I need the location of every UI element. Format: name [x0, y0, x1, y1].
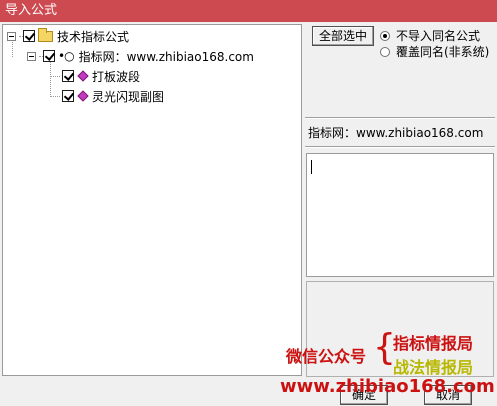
root-checkbox[interactable]	[23, 30, 35, 42]
text-caret	[311, 160, 312, 174]
formula-icon	[77, 70, 89, 82]
watermark-line2: 战法情报局	[393, 358, 474, 377]
option-no-import[interactable]: 不导入同名公式	[380, 27, 480, 44]
item-checkbox[interactable]	[62, 70, 74, 82]
option-label: 覆盖同名(非系统)	[396, 45, 490, 59]
divider	[305, 117, 495, 119]
tree-node-group[interactable]: •○ 指标网：www.zhibiao168.com	[27, 47, 256, 65]
watermark-line1: 指标情报局	[393, 334, 474, 353]
formula-tree[interactable]: 技术指标公式 •○ 指标网：www.zhibiao168.com 打板波段 灵光…	[2, 24, 302, 376]
item-checkbox[interactable]	[62, 90, 74, 102]
description-box[interactable]	[306, 153, 494, 277]
tree-item[interactable]: 打板波段	[50, 68, 140, 84]
tree-item[interactable]: 灵光闪现副图	[50, 88, 164, 104]
folder-icon	[38, 27, 53, 42]
watermark-url: www.zhibiao168.com	[280, 376, 495, 397]
radio-selected[interactable]	[380, 30, 390, 41]
option-label: 不导入同名公式	[396, 29, 481, 43]
tree-node-label: 指标网：www.zhibiao168.com	[76, 47, 256, 65]
option-overwrite[interactable]: 覆盖同名(非系统)	[380, 43, 489, 60]
collapse-icon[interactable]	[27, 51, 36, 61]
window-title: 导入公式	[5, 3, 58, 18]
tree-node-label: 技术指标公式	[57, 29, 130, 44]
group-checkbox[interactable]	[43, 50, 55, 62]
key-icon: •○	[58, 49, 75, 63]
tree-node-root[interactable]: 技术指标公式	[7, 27, 130, 44]
title-bar: 导入公式	[0, 0, 497, 22]
radio-unselected[interactable]	[380, 46, 390, 57]
panel-title: 指标网：www.zhibiao168.com	[308, 126, 484, 140]
collapse-icon[interactable]	[7, 31, 16, 41]
divider	[305, 146, 495, 148]
watermark-wechat: 微信公众号	[286, 347, 367, 366]
tree-item-label: 灵光闪现副图	[92, 89, 165, 104]
formula-icon	[77, 90, 89, 102]
tree-item-label: 打板波段	[92, 69, 141, 84]
select-all-button[interactable]: 全部选中	[312, 26, 374, 46]
